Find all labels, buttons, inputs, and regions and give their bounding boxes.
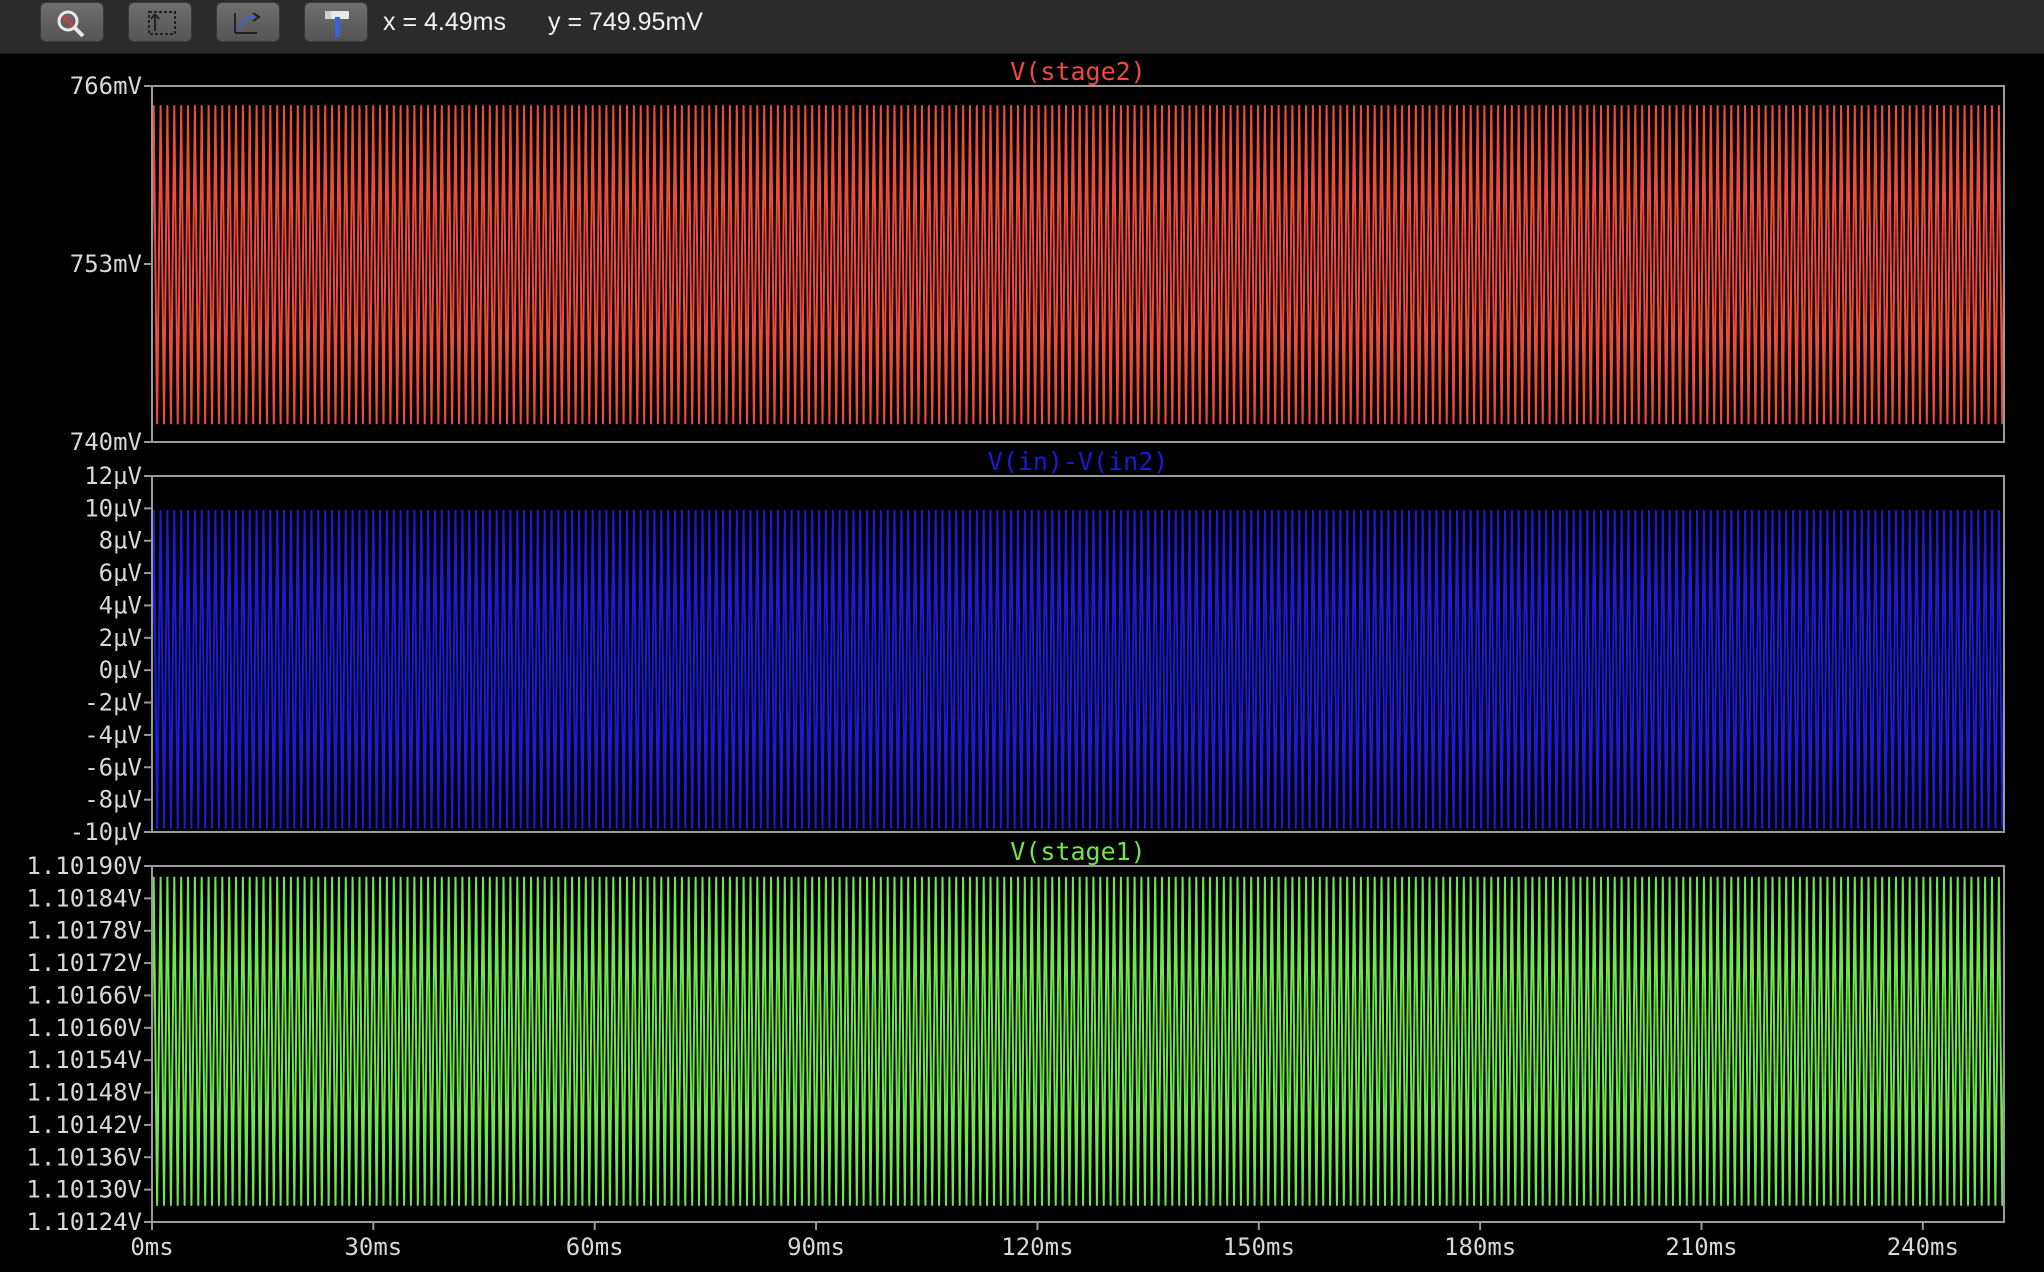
zoom-icon (57, 10, 85, 38)
y-tick-label: 740mV (70, 428, 142, 456)
pane-title-2: V(stage1) (1010, 837, 1145, 866)
x-tick-label: 240ms (1887, 1233, 1959, 1261)
y-tick-label: -6µV (84, 753, 142, 781)
y-tick-label: 1.10130V (26, 1176, 142, 1204)
pan-button[interactable] (216, 2, 280, 42)
y-tick-label: 1.10172V (26, 949, 142, 977)
trace-2 (152, 876, 2004, 1206)
y-tick-label: 1.10136V (26, 1143, 142, 1171)
y-tick-label: 1.10184V (26, 884, 142, 912)
pan-icon (234, 12, 261, 34)
x-tick-label: 60ms (566, 1233, 624, 1261)
x-tick-label: 90ms (787, 1233, 845, 1261)
x-tick-label: 30ms (344, 1233, 402, 1261)
y-tick-label: 2µV (99, 624, 142, 652)
x-tick-label: 210ms (1665, 1233, 1737, 1261)
pane-title-1: V(in)-V(in2) (988, 447, 1169, 476)
waveform-plot[interactable]: V(stage2) 766mV 753mV 740mV V(in)-V(in2) 12µV… (0, 54, 2044, 1272)
y-tick-label: 753mV (70, 250, 142, 278)
y-tick-label: 8µV (99, 527, 142, 555)
y-tick-label: -8µV (84, 786, 142, 814)
y-tick-label: 1.10190V (26, 852, 142, 880)
pane-title-0: V(stage2) (1010, 57, 1145, 86)
y-tick-label: 1.10148V (26, 1079, 142, 1107)
y-tick-label: 10µV (84, 494, 142, 522)
y-tick-label: -4µV (84, 721, 142, 749)
x-tick-label: 180ms (1444, 1233, 1516, 1261)
y-tick-label: 0µV (99, 656, 142, 684)
y-tick-label: 1.10142V (26, 1111, 142, 1139)
cursor-x-readout: x = 4.49ms (383, 8, 506, 36)
trace-0 (152, 105, 2004, 425)
y-tick-label: 1.10154V (26, 1046, 142, 1074)
y-tick-label: 1.10166V (26, 981, 142, 1009)
y-tick-label: 4µV (99, 591, 142, 619)
hammer-button[interactable] (304, 2, 368, 42)
zoom-button[interactable] (40, 2, 104, 42)
y-tick-label: 766mV (70, 72, 142, 100)
trace-1 (152, 509, 2004, 829)
autorange-button[interactable] (128, 2, 192, 42)
x-tick-label: 0ms (130, 1233, 173, 1261)
x-tick-label: 120ms (1001, 1233, 1073, 1261)
hammer-icon (325, 11, 349, 37)
y-tick-label: 12µV (84, 462, 142, 490)
y-tick-label: 1.10160V (26, 1014, 142, 1042)
y-tick-label: 1.10178V (26, 917, 142, 945)
toolbar: x = 4.49ms y = 749.95mV (0, 0, 2044, 54)
y-tick-label: 1.10124V (26, 1208, 142, 1236)
y-tick-label: -2µV (84, 689, 142, 717)
y-tick-label: 6µV (99, 559, 142, 587)
y-tick-label: -10µV (70, 818, 142, 846)
cursor-y-readout: y = 749.95mV (548, 8, 703, 36)
x-tick-label: 150ms (1223, 1233, 1295, 1261)
autorange-icon (148, 11, 176, 35)
